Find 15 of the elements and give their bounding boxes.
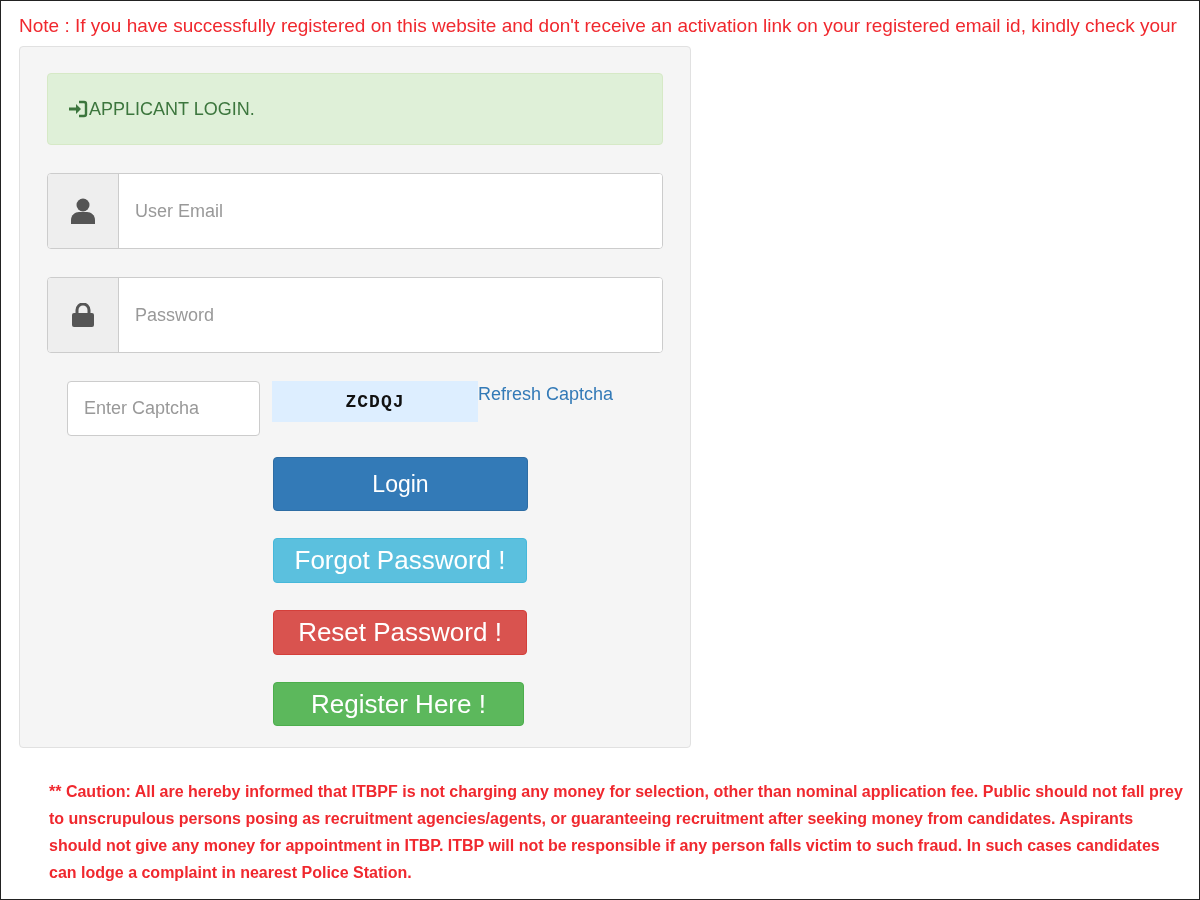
- forgot-password-button[interactable]: Forgot Password !: [273, 538, 527, 583]
- reset-password-button[interactable]: Reset Password !: [273, 610, 527, 655]
- caution-text: ** Caution: All are hereby informed that ITBPF is not charging any money for selection, other than nominal application fee. Public should not fall prey to unscrupulous persons posing as recruitment agencies/agents, or guaranteeing recruitment after seeking money from candidates. Aspirants should not give any money for appointment in ITBP. ITBP will not be responsible if any person falls victim to such fraud. In such cases candidates can lodge a complaint in nearest Police Station.: [49, 782, 1184, 883]
- login-title: APPLICANT LOGIN.: [89, 98, 255, 120]
- register-button[interactable]: Register Here !: [273, 682, 524, 726]
- email-field[interactable]: User Email: [47, 173, 663, 249]
- sign-in-icon: [68, 100, 88, 118]
- note-text: Note : If you have successfully registered on this website and don't receive an activation link on your registered email id, kindly check your: [18, 14, 1178, 38]
- lock-icon: [72, 303, 94, 327]
- password-field[interactable]: Password: [47, 277, 663, 353]
- refresh-captcha-link[interactable]: Refresh Captcha: [478, 384, 614, 405]
- login-button[interactable]: Login: [273, 457, 528, 511]
- user-icon: [71, 198, 95, 224]
- captcha-field[interactable]: Enter Captcha: [67, 381, 260, 436]
- captcha-image: ZCDQJ: [272, 381, 478, 422]
